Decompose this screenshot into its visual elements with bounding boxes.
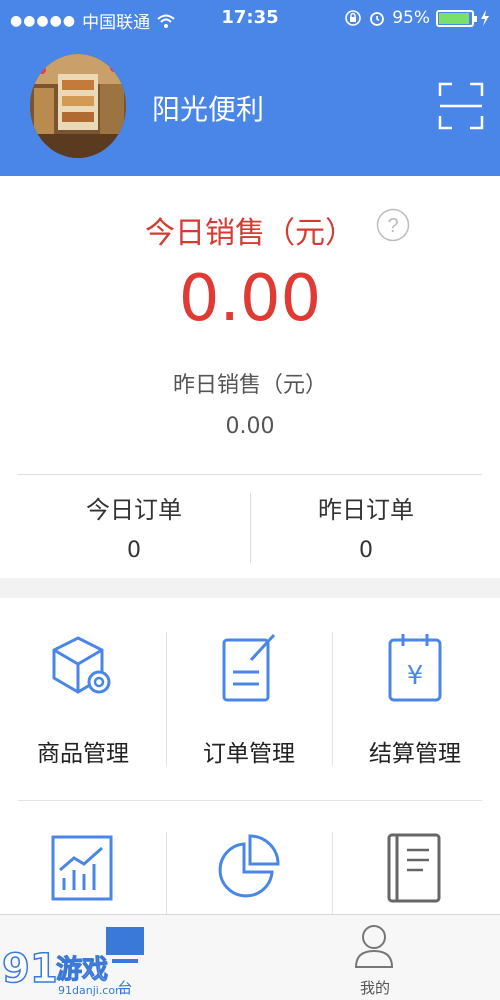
svg-text:?: ? [387, 215, 398, 237]
scan-icon[interactable] [438, 82, 484, 130]
yesterday-orders[interactable]: 昨日订单 0 [250, 475, 482, 579]
yesterday-sales-value: 0.00 [225, 414, 275, 439]
menu-item-label: 商品管理 [37, 741, 129, 767]
book-icon [387, 833, 441, 903]
section-separator [0, 578, 500, 598]
svg-text:91: 91 [2, 946, 58, 992]
status-bar: ●●●●● 中国联通 17:35 95% [0, 0, 500, 38]
site-watermark: 91 游戏 91danji.com [1, 945, 126, 997]
menu-item-ledger[interactable] [332, 800, 498, 914]
battery-icon [436, 9, 477, 27]
tab-label: 我的 [359, 979, 390, 997]
store-avatar[interactable] [30, 54, 126, 158]
menu-item-label: 结算管理 [369, 741, 461, 767]
question-circle-icon[interactable]: ? [376, 208, 410, 242]
menu-grid: 商品管理 订单管理 ¥ 结算管理 [0, 598, 500, 914]
menu-item-order-management[interactable]: 订单管理 [166, 598, 332, 800]
menu-item-reports[interactable] [166, 800, 332, 914]
menu-item-statistics[interactable] [0, 800, 166, 914]
alarm-icon [370, 12, 385, 26]
menu-item-label: 订单管理 [203, 741, 295, 767]
orders-summary: 今日订单 0 昨日订单 0 [18, 474, 482, 578]
pie-chart-icon [218, 834, 280, 898]
yesterday-sales-label: 昨日销售（元） [172, 373, 327, 398]
tab-mine[interactable]: 我的 [250, 915, 500, 1000]
order-document-icon [222, 633, 276, 702]
today-orders[interactable]: 今日订单 0 [18, 475, 250, 579]
svg-text:¥: ¥ [407, 661, 424, 691]
today-orders-value: 0 [127, 538, 141, 563]
settlement-calendar-yen-icon: ¥ [388, 634, 442, 702]
today-sales-label: 今日销售（元） [145, 216, 355, 251]
menu-item-product-management[interactable]: 商品管理 [0, 598, 166, 800]
today-orders-label: 今日订单 [86, 496, 182, 524]
store-name: 阳光便利 [152, 93, 265, 126]
menu-item-settlement-management[interactable]: ¥ 结算管理 [332, 598, 498, 800]
header: ●●●●● 中国联通 17:35 95% 阳光便利 [0, 0, 500, 176]
sales-summary: 今日销售（元） ? 0.00 昨日销售（元） 0.00 [0, 176, 500, 474]
store-photo [30, 54, 126, 158]
svg-text:游戏: 游戏 [56, 955, 108, 985]
bar-chart-trend-icon [51, 835, 113, 901]
user-icon [354, 925, 394, 968]
rotation-lock-icon [345, 10, 362, 26]
today-sales-value: 0.00 [178, 262, 322, 336]
yesterday-orders-label: 昨日订单 [318, 496, 414, 524]
battery-percent: 95% [392, 8, 430, 28]
yesterday-orders-value: 0 [359, 538, 373, 563]
svg-text:91danji.com: 91danji.com [58, 984, 126, 997]
charging-icon [481, 10, 489, 26]
product-box-gear-icon [52, 636, 111, 694]
